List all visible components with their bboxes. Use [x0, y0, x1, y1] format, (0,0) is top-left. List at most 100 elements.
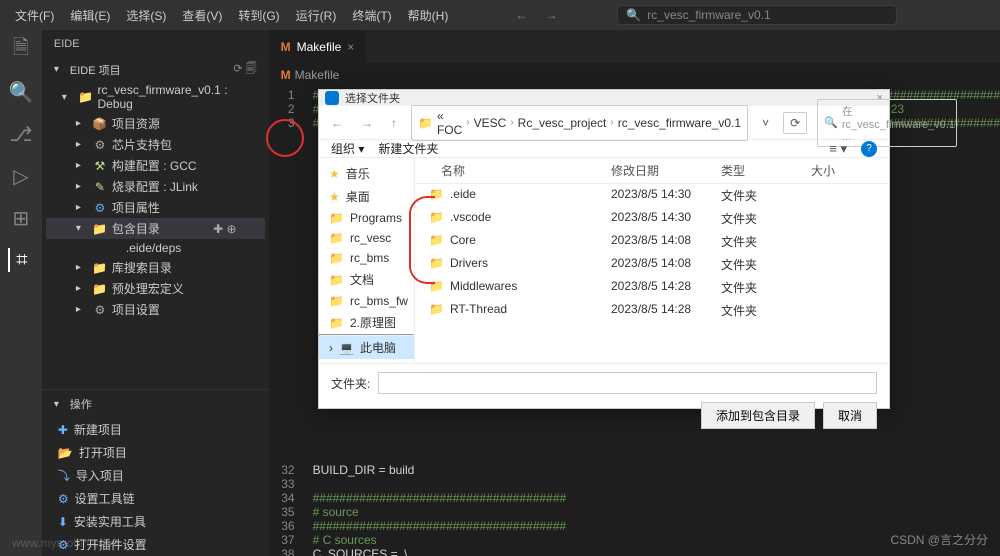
- ops-item[interactable]: ⤵导入项目: [42, 464, 269, 487]
- search-icon: 🔍: [824, 116, 838, 129]
- tree-item[interactable]: ▸⚙项目属性: [46, 197, 265, 218]
- menu-item[interactable]: 转到(G): [231, 3, 286, 28]
- chevron-down-icon: ▾: [54, 399, 66, 410]
- dialog-nav: ← → ↑ 📁« FOC›VESC›Rc_vesc_project›rc_ves…: [319, 106, 889, 140]
- add-include-icon[interactable]: ✚ ⊕: [213, 222, 236, 236]
- watermark-left: www.mymobin.com: [12, 536, 115, 550]
- file-row[interactable]: 📁Drivers2023/8/5 14:08文件夹: [415, 253, 889, 276]
- back-icon[interactable]: ←: [327, 114, 347, 132]
- explorer-icon[interactable]: 🗎: [9, 38, 33, 62]
- organize-button[interactable]: 组织 ▾: [331, 140, 364, 157]
- menu-item[interactable]: 编辑(E): [63, 3, 117, 28]
- menu-item[interactable]: 选择(S): [119, 3, 173, 28]
- dialog-titlebar: 选择文件夹 ×: [319, 90, 889, 106]
- dialog-sidebar: ★音乐★桌面📁Programs📁rc_vesc📁rc_bms📁文档📁rc_bms…: [319, 158, 415, 363]
- col-type[interactable]: 类型: [715, 162, 805, 179]
- ops-item[interactable]: 📂打开项目: [42, 441, 269, 464]
- folder-label: 文件夹:: [331, 375, 370, 392]
- editor-tabs: M Makefile ×: [269, 30, 1000, 64]
- tab-makefile[interactable]: M Makefile ×: [269, 30, 368, 63]
- tree-item[interactable]: ▸⚒构建配置 : GCC: [46, 155, 265, 176]
- path-segment[interactable]: VESC: [474, 116, 507, 130]
- chevron-down-icon: ▾: [54, 64, 66, 75]
- menu-item[interactable]: 终端(T): [345, 3, 398, 28]
- tree-item[interactable]: ▸⚙芯片支持包: [46, 134, 265, 155]
- view-mode-icon[interactable]: ≡ ▾: [829, 141, 847, 157]
- menu-item[interactable]: 帮助(H): [401, 3, 456, 28]
- project-section[interactable]: ▾ EIDE 项目 ⟳ 🗐: [42, 58, 269, 81]
- eide-icon[interactable]: ⌗: [8, 248, 32, 272]
- refresh-icon[interactable]: ⟳: [783, 112, 807, 134]
- tree-item[interactable]: ▸⚙项目设置: [46, 299, 265, 320]
- folder-icon: 📁: [418, 116, 433, 130]
- close-icon[interactable]: ×: [347, 40, 354, 54]
- menu-item[interactable]: 运行(R): [289, 3, 344, 28]
- tree-item[interactable]: ▸📁预处理宏定义: [46, 278, 265, 299]
- quick-access-item[interactable]: ★音乐: [319, 162, 414, 185]
- breadcrumb[interactable]: M Makefile: [269, 64, 1000, 86]
- ops-header[interactable]: ▾ 操作: [42, 390, 269, 418]
- col-size[interactable]: 大小: [805, 162, 889, 179]
- path-segment[interactable]: Rc_vesc_project: [518, 116, 607, 130]
- title-bar: 文件(F)编辑(E)选择(S)查看(V)转到(G)运行(R)终端(T)帮助(H)…: [0, 0, 1000, 30]
- ops-item[interactable]: ⚙设置工具链: [42, 487, 269, 510]
- command-center[interactable]: 🔍 rc_vesc_firmware_v0.1: [617, 5, 897, 25]
- help-icon[interactable]: ?: [861, 141, 877, 157]
- tree-item[interactable]: ▸✎烧录配置 : JLink: [46, 176, 265, 197]
- operations-section: ▾ 操作 ✚新建项目📂打开项目⤵导入项目⚙设置工具链⬇安装实用工具⚙打开插件设置: [42, 389, 269, 556]
- debug-icon[interactable]: ▷: [9, 164, 33, 188]
- file-row[interactable]: 📁RT-Thread2023/8/5 14:28文件夹: [415, 299, 889, 322]
- dialog-toolbar: 组织 ▾ 新建文件夹 ≡ ▾ ?: [319, 140, 889, 158]
- main-menu: 文件(F)编辑(E)选择(S)查看(V)转到(G)运行(R)终端(T)帮助(H): [8, 3, 455, 28]
- col-date[interactable]: 修改日期: [605, 162, 715, 179]
- tree-item[interactable]: ▸📁库搜索目录: [46, 257, 265, 278]
- search-icon: 🔍: [626, 8, 641, 22]
- add-to-include-button[interactable]: 添加到包含目录: [701, 402, 815, 429]
- forward-icon[interactable]: →: [357, 114, 377, 132]
- scm-icon[interactable]: ⎇: [9, 122, 33, 146]
- tree-item[interactable]: ▾📁包含目录✚ ⊕: [46, 218, 265, 239]
- quick-access-item[interactable]: 📁rc_bms: [319, 248, 414, 268]
- tree-item[interactable]: .eide/deps: [46, 239, 265, 257]
- makefile-icon: M: [281, 40, 291, 54]
- quick-access-item[interactable]: 📁rc_bms_fw: [319, 291, 414, 311]
- refresh-icon[interactable]: ⟳ 🗐: [233, 60, 256, 79]
- watermark: CSDN @言之分分: [890, 531, 988, 548]
- file-row[interactable]: 📁Middlewares2023/8/5 14:28文件夹: [415, 276, 889, 299]
- ops-item[interactable]: ✚新建项目: [42, 418, 269, 441]
- quick-access-item[interactable]: ★桌面: [319, 185, 414, 208]
- quick-access-item[interactable]: 📁文档: [319, 268, 414, 291]
- col-name[interactable]: 名称: [415, 162, 605, 179]
- tree-item[interactable]: ▸📦项目资源: [46, 113, 265, 134]
- quick-access-item[interactable]: › 💻此电脑: [319, 336, 414, 359]
- up-icon[interactable]: ↑: [387, 114, 401, 132]
- folder-picker-dialog: 选择文件夹 × ← → ↑ 📁« FOC›VESC›Rc_vesc_projec…: [318, 89, 890, 409]
- nav-arrows: ← →: [515, 8, 557, 22]
- ops-item[interactable]: ⬇安装实用工具: [42, 510, 269, 533]
- file-row[interactable]: 📁Core2023/8/5 14:08文件夹: [415, 230, 889, 253]
- path-bar[interactable]: 📁« FOC›VESC›Rc_vesc_project›rc_vesc_firm…: [411, 105, 748, 141]
- nav-forward-icon[interactable]: →: [545, 8, 557, 22]
- sidebar: EIDE ▾ EIDE 项目 ⟳ 🗐 ▾📁rc_vesc_firmware_v0…: [42, 30, 269, 556]
- quick-access-item[interactable]: 📁Programs: [319, 208, 414, 228]
- folder-input[interactable]: [378, 372, 877, 394]
- extensions-icon[interactable]: ⊞: [9, 206, 33, 230]
- menu-item[interactable]: 文件(F): [8, 3, 61, 28]
- cancel-button[interactable]: 取消: [823, 402, 877, 429]
- file-list: 名称 修改日期 类型 大小 📁.eide2023/8/5 14:30文件夹📁.v…: [415, 158, 889, 363]
- nav-back-icon[interactable]: ←: [515, 8, 527, 22]
- path-segment[interactable]: « FOC: [437, 109, 462, 137]
- new-folder-button[interactable]: 新建文件夹: [378, 140, 438, 157]
- activity-bar: 🗎 🔍 ⎇ ▷ ⊞ ⌗: [0, 30, 42, 556]
- quick-access-item[interactable]: 📁2.原理图: [319, 311, 414, 334]
- tree-item[interactable]: ▾📁rc_vesc_firmware_v0.1 : Debug: [46, 81, 265, 113]
- path-drop-icon[interactable]: ˅: [758, 114, 773, 132]
- menu-item[interactable]: 查看(V): [175, 3, 229, 28]
- sidebar-title: EIDE: [42, 30, 269, 58]
- path-segment[interactable]: rc_vesc_firmware_v0.1: [618, 116, 741, 130]
- file-row[interactable]: 📁.eide2023/8/5 14:30文件夹: [415, 184, 889, 207]
- file-row[interactable]: 📁.vscode2023/8/5 14:30文件夹: [415, 207, 889, 230]
- quick-access-item[interactable]: 📁rc_vesc: [319, 228, 414, 248]
- search-icon[interactable]: 🔍: [9, 80, 33, 104]
- vscode-icon: [325, 91, 339, 105]
